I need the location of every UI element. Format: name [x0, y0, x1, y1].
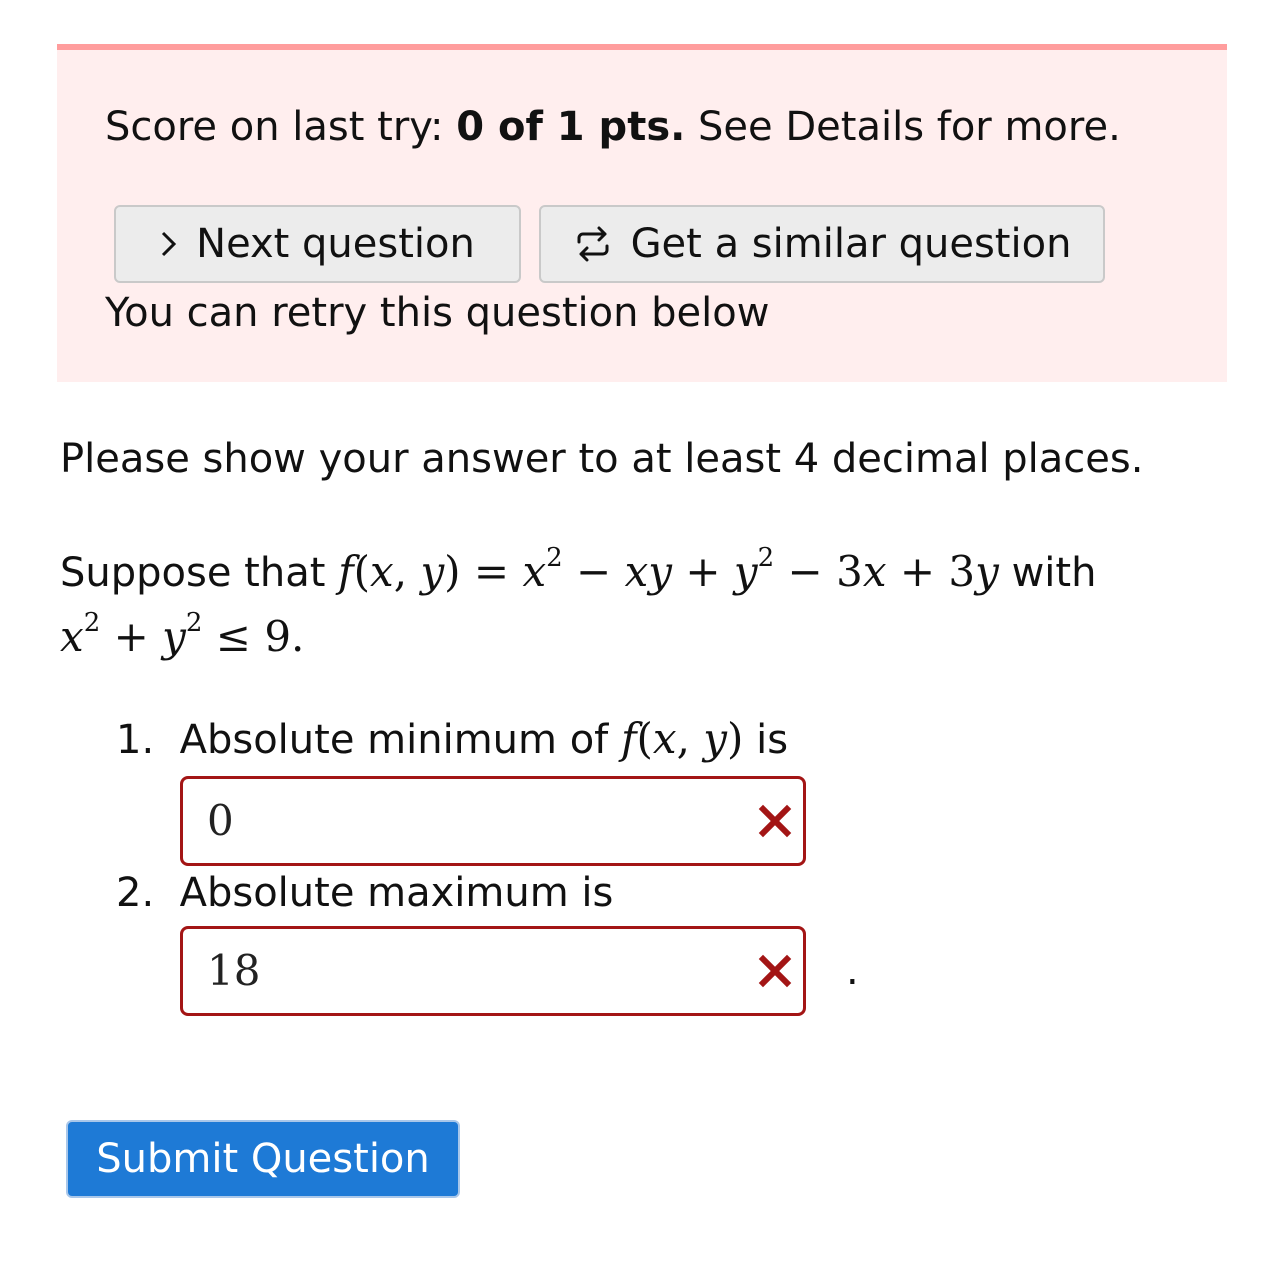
next-question-button[interactable]: Next question: [114, 205, 521, 283]
retry-note: You can retry this question below: [105, 290, 770, 336]
x-mark-icon: [757, 803, 793, 839]
similar-question-button[interactable]: Get a similar question: [539, 205, 1105, 283]
chevron-right-icon: [160, 230, 178, 258]
similar-question-label: Get a similar question: [630, 221, 1072, 267]
absolute-minimum-input[interactable]: 0: [180, 776, 806, 866]
problem-statement: Suppose that f(x, y) = x2 − xy + y2 − 3x…: [60, 540, 1096, 670]
next-question-label: Next question: [196, 221, 475, 267]
part-1-label: 1. Absolute minimum of f(x, y) is: [116, 714, 789, 763]
x-mark-icon: [757, 953, 793, 989]
part-2-label: 2. Absolute maximum is: [116, 870, 614, 916]
trailing-period: .: [846, 948, 859, 994]
score-summary: Score on last try: 0 of 1 pts. See Detai…: [105, 104, 1121, 150]
constraint: x2 + y2 ≤ 9.: [60, 608, 305, 661]
absolute-maximum-input[interactable]: 18: [180, 926, 806, 1016]
score-alert: Score on last try: 0 of 1 pts. See Detai…: [57, 44, 1227, 382]
problem-line-2: x2 + y2 ≤ 9.: [60, 605, 1096, 670]
repeat-icon: [573, 224, 613, 264]
function-definition: f(x, y) = x2 − xy + y2 − 3x + 3y: [338, 543, 999, 596]
submit-question-button[interactable]: Submit Question: [66, 1120, 460, 1198]
absolute-minimum-value: 0: [207, 796, 234, 845]
score-points: 0 of 1 pts.: [456, 104, 686, 150]
instructions: Please show your answer to at least 4 de…: [60, 436, 1144, 482]
problem-line-1: Suppose that f(x, y) = x2 − xy + y2 − 3x…: [60, 543, 1097, 596]
absolute-maximum-value: 18: [207, 946, 261, 995]
